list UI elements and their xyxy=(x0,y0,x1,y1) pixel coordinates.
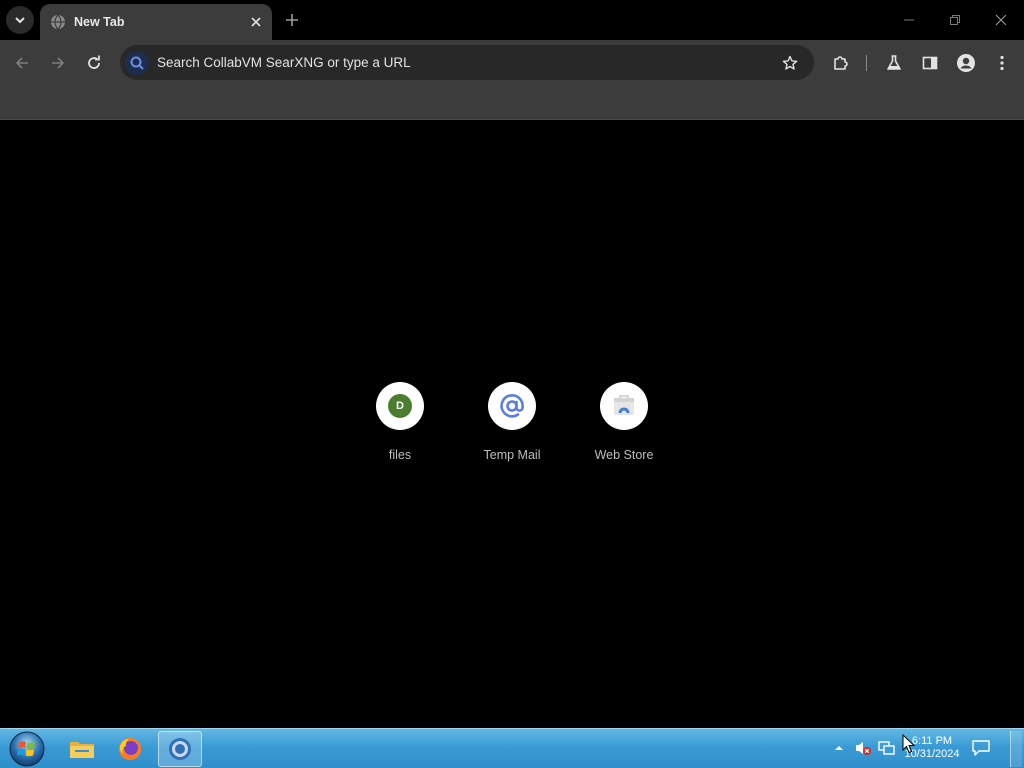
toolbar-separator xyxy=(866,55,867,71)
back-arrow-icon xyxy=(15,57,28,69)
restore-icon xyxy=(950,15,960,25)
bookmarks-bar xyxy=(0,86,1024,120)
close-icon xyxy=(251,17,261,27)
minimize-icon xyxy=(904,19,914,21)
close-window-button[interactable] xyxy=(978,0,1024,40)
chrome-icon xyxy=(169,738,191,760)
taskbar: 6:11 PM 10/31/2024 xyxy=(0,728,1024,768)
new-tab-page: D files Temp Mail Web Store xyxy=(0,121,1024,728)
close-icon xyxy=(995,14,1007,26)
action-center-button[interactable] xyxy=(970,737,992,759)
back-button[interactable] xyxy=(8,49,36,77)
tab-new-tab[interactable]: New Tab xyxy=(40,4,272,40)
side-panel-button[interactable] xyxy=(916,49,944,77)
show-desktop-button[interactable] xyxy=(1010,731,1022,767)
kebab-menu-icon xyxy=(1000,55,1004,71)
forward-arrow-icon xyxy=(52,57,65,69)
plus-icon xyxy=(286,14,298,26)
side-panel-icon xyxy=(922,56,938,70)
bookmark-star-button[interactable] xyxy=(776,49,804,77)
globe-icon xyxy=(51,14,65,30)
flask-icon xyxy=(887,55,901,70)
tray-overflow-button[interactable] xyxy=(830,739,848,757)
chevron-up-icon xyxy=(835,746,843,750)
puzzle-icon xyxy=(834,56,848,70)
browser-toolbar: Search CollabVM SearXNG or type a URL xyxy=(0,40,1024,86)
shortcut-icon-tile xyxy=(488,382,536,430)
shortcut-label: files xyxy=(388,448,412,462)
speaker-muted-icon xyxy=(856,742,871,755)
shortcut-temp-mail[interactable]: Temp Mail xyxy=(456,379,568,469)
taskbar-file-explorer[interactable] xyxy=(60,731,104,767)
tab-search-button[interactable] xyxy=(6,6,34,34)
shortcut-label: Web Store xyxy=(594,448,654,462)
restore-button[interactable] xyxy=(932,0,978,40)
reload-button[interactable] xyxy=(80,49,108,77)
notification-icon xyxy=(972,740,990,756)
extensions-button[interactable] xyxy=(827,49,855,77)
network-icon xyxy=(878,741,895,755)
forward-button[interactable] xyxy=(44,49,72,77)
firefox-icon xyxy=(119,738,141,760)
minimize-button[interactable] xyxy=(886,0,932,40)
address-bar-placeholder: Search CollabVM SearXNG or type a URL xyxy=(157,55,411,70)
folder-icon xyxy=(70,742,94,758)
search-icon xyxy=(130,56,144,70)
shortcut-icon-tile xyxy=(600,382,648,430)
taskbar-chrome[interactable] xyxy=(158,731,202,767)
profile-icon xyxy=(957,54,975,72)
windows-orb-icon xyxy=(9,731,45,767)
start-button[interactable] xyxy=(6,730,48,768)
tab-strip: New Tab xyxy=(0,0,1024,40)
shortcut-web-store[interactable]: Web Store xyxy=(568,379,680,469)
tray-network[interactable] xyxy=(878,739,896,757)
tab-title: New Tab xyxy=(74,15,125,29)
new-tab-button[interactable] xyxy=(280,8,304,32)
web-store-icon xyxy=(614,395,634,415)
at-sign-icon xyxy=(500,394,524,418)
mouse-cursor-icon xyxy=(902,734,916,754)
shortcut-icon-tile: D xyxy=(376,382,424,430)
profile-button[interactable] xyxy=(952,49,980,77)
shortcut-label: Temp Mail xyxy=(483,448,541,462)
address-bar[interactable]: Search CollabVM SearXNG or type a URL xyxy=(120,45,814,80)
reload-icon xyxy=(88,55,100,69)
browser-menu-button[interactable] xyxy=(988,49,1016,77)
star-icon xyxy=(782,55,798,70)
taskbar-firefox[interactable] xyxy=(108,731,152,767)
search-engine-badge xyxy=(125,50,149,75)
files-letter-icon: D xyxy=(388,394,412,418)
tab-close-button[interactable] xyxy=(246,12,266,32)
tray-volume[interactable] xyxy=(854,739,872,757)
chrome-labs-button[interactable] xyxy=(880,49,908,77)
tab-search-icon xyxy=(15,17,25,24)
shortcut-files[interactable]: D files xyxy=(344,379,456,469)
